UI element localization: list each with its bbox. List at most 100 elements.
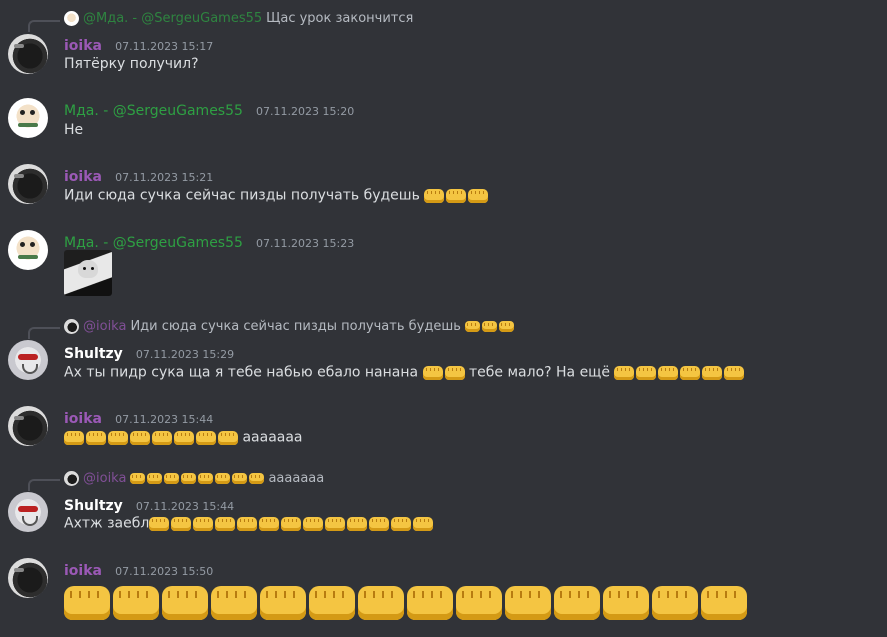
fist-emoji (464, 320, 480, 333)
fist-emoji (198, 472, 214, 485)
username[interactable]: ioika (64, 411, 102, 427)
fist-emoji (701, 584, 747, 622)
fist-emoji (196, 429, 216, 446)
reply-author[interactable]: @Мда. - @SergeuGames55 (83, 11, 262, 26)
fist-emoji (152, 429, 172, 446)
fist-emoji (724, 364, 745, 381)
message-text: Не (64, 122, 84, 138)
fist-emoji (413, 515, 434, 532)
fist-emoji (456, 584, 502, 622)
timestamp: 07.11.2023 15:44 (135, 500, 235, 513)
fist-emoji (444, 364, 465, 381)
fist-emoji (281, 515, 302, 532)
fist-emoji (369, 515, 390, 532)
reply-text: Иди сюда сучка сейчас пизды получать буд… (130, 319, 461, 334)
fist-emoji (232, 472, 248, 485)
fist-emoji (658, 364, 679, 381)
dog-image[interactable] (64, 250, 112, 296)
message: ioika 07.11.2023 15:44 ааааааа (0, 406, 887, 454)
reply-author[interactable]: @ioika (83, 471, 126, 486)
fist-emoji (147, 472, 163, 485)
username[interactable]: ioika (64, 38, 102, 54)
fist-emoji (424, 187, 445, 204)
fist-emoji (614, 364, 635, 381)
timestamp: 07.11.2023 15:29 (135, 348, 235, 361)
message: Мда. - @SergeuGames55 07.11.2023 15:20 Н… (0, 98, 887, 146)
timestamp: 07.11.2023 15:17 (115, 40, 214, 53)
fist-emoji (481, 320, 497, 333)
fist-emoji (218, 429, 238, 446)
fist-emoji (652, 584, 698, 622)
reply-author[interactable]: @ioika (83, 319, 126, 334)
username[interactable]: Мда. - @SergeuGames55 (64, 235, 243, 251)
fist-emoji (171, 515, 192, 532)
username[interactable]: Shultzy (64, 346, 123, 362)
message-text: ааааааа (242, 429, 303, 446)
reply-connector (28, 479, 60, 491)
fist-emoji (130, 429, 150, 446)
timestamp: 07.11.2023 15:21 (115, 171, 214, 184)
avatar[interactable] (8, 98, 48, 138)
fist-emoji (215, 472, 231, 485)
avatar[interactable] (8, 406, 48, 446)
message-content: Иди сюда сучка сейчас пизды получать буд… (64, 187, 489, 204)
fist-emoji (237, 515, 258, 532)
avatar[interactable] (8, 492, 48, 532)
message-text: Пятёрку получил? (64, 56, 199, 72)
avatar[interactable] (8, 34, 48, 74)
fist-emoji (164, 472, 180, 485)
fist-emoji (215, 515, 236, 532)
username[interactable]: ioika (64, 169, 102, 185)
fist-emoji (702, 364, 723, 381)
reply-text: ааааааа (268, 471, 325, 486)
message: @Мда. - @SergeuGames55 Щас урок закончит… (0, 8, 887, 74)
emoji-row (614, 364, 745, 381)
message-text: Иди сюда сучка сейчас пизды получать буд… (64, 187, 420, 204)
fist-emoji (391, 515, 412, 532)
message-content: ааааааа (64, 429, 303, 446)
avatar[interactable] (8, 340, 48, 380)
fist-emoji (249, 472, 265, 485)
message-text: Ах ты пидр сука ща я тебе набью ебало на… (64, 364, 419, 381)
reply-preview[interactable]: @ioika Иди сюда сучка сейчас пизды получ… (64, 319, 514, 334)
fist-emoji (260, 584, 306, 622)
fist-emoji (211, 584, 257, 622)
reply-connector (28, 327, 60, 339)
message: Мда. - @SergeuGames55 07.11.2023 15:23 (0, 230, 887, 302)
reply-preview[interactable]: @Мда. - @SergeuGames55 Щас урок закончит… (64, 11, 413, 26)
reply-avatar (64, 11, 79, 26)
avatar[interactable] (8, 230, 48, 270)
message-content (64, 584, 747, 622)
fist-emoji (86, 429, 106, 446)
fist-emoji (181, 472, 197, 485)
reply-avatar (64, 471, 79, 486)
fist-emoji (636, 364, 657, 381)
fist-emoji (358, 584, 404, 622)
emoji-row (64, 429, 238, 446)
reply-preview[interactable]: @ioika ааааааа (64, 471, 324, 486)
username[interactable]: Shultzy (64, 498, 123, 514)
fist-emoji (680, 364, 701, 381)
fist-emoji (407, 584, 453, 622)
avatar[interactable] (8, 558, 48, 598)
fist-emoji (422, 364, 443, 381)
fist-emoji (505, 584, 551, 622)
message-content: Ахтж заебл (64, 515, 434, 532)
timestamp: 07.11.2023 15:44 (115, 413, 214, 426)
emoji-row (422, 364, 465, 381)
username[interactable]: Мда. - @SergeuGames55 (64, 103, 243, 119)
emoji-row (130, 472, 265, 485)
fist-emoji (149, 515, 170, 532)
fist-emoji (174, 429, 194, 446)
fist-emoji (259, 515, 280, 532)
fist-emoji (498, 320, 514, 333)
emoji-row (149, 515, 434, 532)
message: ioika 07.11.2023 15:21 Иди сюда сучка се… (0, 164, 887, 212)
message: ioika 07.11.2023 15:50 (0, 558, 887, 637)
avatar[interactable] (8, 164, 48, 204)
fist-emoji (325, 515, 346, 532)
fist-emoji (130, 472, 146, 485)
reply-connector (28, 20, 60, 32)
username[interactable]: ioika (64, 563, 102, 579)
fist-emoji (108, 429, 128, 446)
